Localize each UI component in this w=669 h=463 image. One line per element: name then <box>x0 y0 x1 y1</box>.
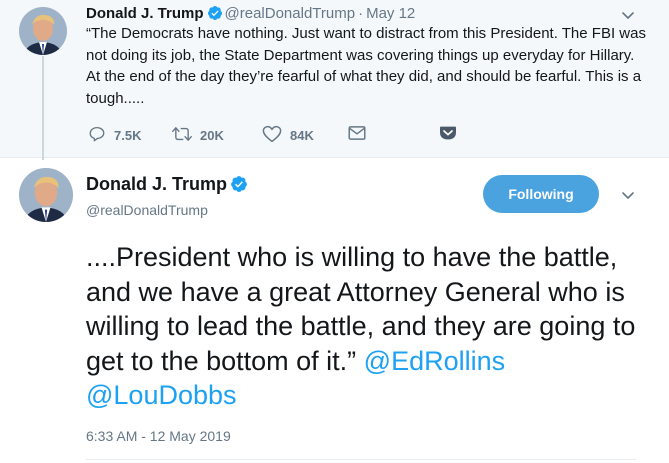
chevron-down-icon[interactable] <box>620 187 636 208</box>
heart-icon <box>262 125 290 146</box>
tweet-date[interactable]: May 12 <box>366 5 415 22</box>
reply-icon <box>88 125 114 146</box>
author-handle[interactable]: @realDonaldTrump <box>225 5 356 22</box>
verified-badge-icon <box>230 175 248 198</box>
parent-tweet[interactable]: Donald J. Trump @realDonaldTrump · May 12 “… <box>0 0 669 160</box>
tweet-text: ....President who is willing to have the… <box>86 240 646 413</box>
like-button[interactable]: 84K <box>262 125 314 146</box>
author-name[interactable]: Donald J. Trump <box>86 174 227 194</box>
divider <box>86 459 636 460</box>
like-count: 84K <box>290 128 314 143</box>
mention-loudobbs-link[interactable]: @LouDobbs <box>86 380 237 410</box>
tweet-timestamp[interactable]: 6:33 AM - 12 May 2019 <box>86 428 231 444</box>
retweet-button[interactable]: 20K <box>172 125 224 146</box>
parent-tweet-text: “The Democrats have nothing. Just want t… <box>86 25 646 107</box>
pocket-button[interactable] <box>439 125 465 144</box>
author-name-line: Donald J. Trump <box>86 173 250 198</box>
avatar[interactable] <box>19 7 67 55</box>
author-name[interactable]: Donald J. Trump <box>86 5 204 22</box>
reply-button[interactable]: 7.5K <box>88 125 141 146</box>
following-button[interactable]: Following <box>483 175 599 213</box>
avatar[interactable] <box>19 168 73 222</box>
envelope-icon <box>348 125 374 144</box>
author-handle[interactable]: @realDonaldTrump <box>86 201 208 219</box>
tweet-body: ....President who is willing to have the… <box>86 242 636 376</box>
separator-dot: · <box>358 5 364 22</box>
mention-edrollins-link[interactable]: @EdRollins <box>364 346 505 376</box>
retweet-count: 20K <box>200 128 224 143</box>
pocket-icon <box>439 125 465 144</box>
thread-connector-line <box>42 56 44 160</box>
direct-message-button[interactable] <box>348 125 374 144</box>
reply-count: 7.5K <box>114 128 142 143</box>
retweet-icon <box>172 125 200 146</box>
